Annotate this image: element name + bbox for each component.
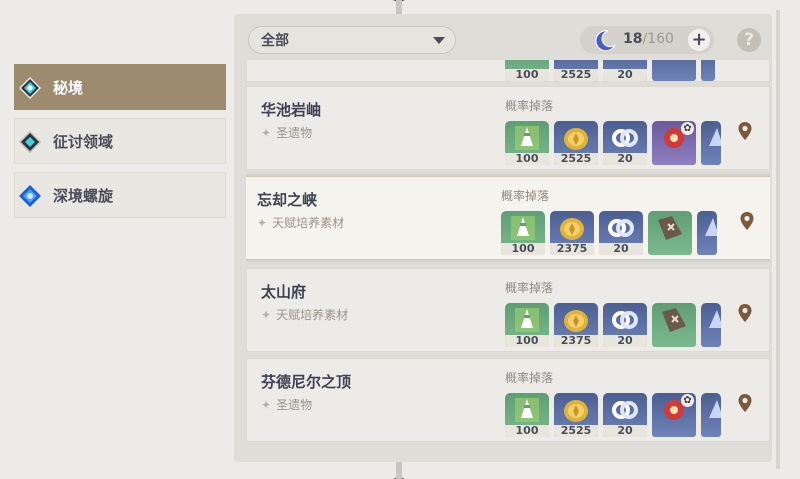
sidebar-item-label: 秘境 [53, 78, 84, 97]
domain-diamond-icon [19, 77, 41, 99]
drop-label: 概率掉落 [505, 371, 554, 385]
artifact-flower-item: ✿ [652, 121, 696, 165]
domain-category: ✦ 天赋培养素材 [261, 308, 349, 322]
spiral-abyss-icon [19, 185, 41, 207]
companionship-exp-item: 20 [603, 393, 647, 437]
companionship-exp-item: 20 [599, 211, 643, 255]
artifact-set-badge: ✿ [681, 394, 694, 407]
domain-category: ✦ 圣遗物 [261, 398, 313, 412]
item-quantity: 2375 [554, 335, 598, 347]
item-quantity: 20 [599, 243, 643, 255]
domain-list[interactable]: 100 2525 20 华池岩岫 ✦ 圣遗物 概率掉落 100 2525 20 ✿ [246, 60, 770, 450]
item-quantity: 20 [603, 153, 647, 165]
adventure-exp-item: 100 [505, 393, 549, 437]
companionship-exp-item: 20 [603, 60, 647, 81]
sidebar-item-trounce-domains[interactable]: 征讨领域 [14, 118, 226, 164]
mora-item: 2375 [550, 211, 594, 255]
trounce-diamond-icon [19, 131, 41, 153]
map-pin-icon[interactable] [739, 211, 755, 231]
companionship-exp-item: 20 [603, 121, 647, 165]
mora-item: 2525 [554, 393, 598, 437]
drop-label: 概率掉落 [505, 99, 554, 113]
list-item[interactable]: 华池岩岫 ✦ 圣遗物 概率掉落 100 2525 20 ✿ [246, 86, 770, 170]
talent-book-partial-item [701, 303, 721, 347]
sidebar-item-domains[interactable]: 秘境 [14, 64, 226, 110]
adventure-exp-item: 100 [505, 303, 549, 347]
list-item[interactable]: 100 2525 20 [246, 60, 770, 82]
add-resin-button[interactable]: + [688, 29, 710, 51]
item-quantity: 2375 [550, 243, 594, 255]
adventure-exp-item: 100 [505, 121, 549, 165]
sparkle-icon: ✦ [261, 308, 272, 322]
domain-name: 芬德尼尔之顶 [261, 373, 352, 391]
mora-item: 2525 [554, 121, 598, 165]
list-item[interactable]: 忘却之峡 ✦ 天赋培养素材 概率掉落 100 2375 20 [246, 176, 770, 260]
list-item[interactable]: 芬德尼尔之顶 ✦ 圣遗物 概率掉落 100 2525 20 ✿ [246, 358, 770, 442]
original-resin-icon [595, 30, 616, 52]
drop-items: 100 2525 20 ✿ [505, 393, 721, 437]
artifact-item [652, 60, 696, 81]
sparkle-icon: ✦ [257, 216, 268, 230]
talent-book-item [648, 211, 692, 255]
sidebar-item-label: 征讨领域 [53, 132, 114, 151]
adventure-exp-item: 100 [501, 211, 545, 255]
drop-label: 概率掉落 [501, 189, 550, 203]
artifact-set-badge: ✿ [681, 122, 694, 135]
mora-item: 2525 [554, 60, 598, 81]
item-quantity: 100 [501, 243, 545, 255]
original-resin-counter: 18/160 + [580, 26, 714, 54]
chevron-down-icon [433, 37, 445, 44]
filter-selected-value: 全部 [261, 33, 289, 49]
item-quantity: 2525 [554, 425, 598, 437]
sidebar-item-spiral-abyss[interactable]: 深境螺旋 [14, 172, 226, 218]
help-button[interactable]: ? [737, 28, 761, 52]
domain-name: 华池岩岫 [261, 101, 322, 119]
artifact-flower-item: ✿ [652, 393, 696, 437]
drop-items: 100 2525 20 ✿ [505, 121, 721, 165]
domain-category: ✦ 圣遗物 [261, 126, 313, 140]
item-quantity: 2525 [554, 153, 598, 165]
filter-dropdown[interactable]: 全部 [248, 26, 456, 54]
companionship-exp-item: 20 [603, 303, 647, 347]
artifact-item [701, 60, 715, 81]
talent-book-item [652, 303, 696, 347]
talent-book-partial-item [697, 211, 717, 255]
domain-category: ✦ 天赋培养素材 [257, 216, 345, 230]
map-pin-icon[interactable] [737, 393, 753, 413]
drop-label: 概率掉落 [505, 281, 554, 295]
drop-items: 100 2375 20 [505, 303, 721, 347]
map-pin-icon[interactable] [737, 121, 753, 141]
item-quantity: 20 [603, 425, 647, 437]
domain-name: 忘却之峡 [257, 191, 318, 209]
category-sidebar: 秘境 征讨领域 深境螺旋 [14, 64, 226, 226]
resin-count: 18/160 [623, 31, 674, 47]
artifact-partial-item [701, 393, 721, 437]
domain-name: 太山府 [261, 283, 307, 301]
drop-items: 100 2375 20 [501, 211, 717, 255]
mora-item: 2375 [554, 303, 598, 347]
list-item[interactable]: 太山府 ✦ 天赋培养素材 概率掉落 100 2375 20 [246, 268, 770, 352]
sidebar-item-label: 深境螺旋 [53, 186, 114, 205]
artifact-partial-item [701, 121, 721, 165]
item-quantity: 100 [505, 153, 549, 165]
item-quantity: 20 [603, 335, 647, 347]
sparkle-icon: ✦ [261, 126, 272, 140]
adventure-exp-item: 100 [505, 60, 549, 81]
sparkle-icon: ✦ [261, 398, 272, 412]
map-pin-icon[interactable] [737, 303, 753, 323]
item-quantity: 100 [505, 425, 549, 437]
item-quantity: 100 [505, 335, 549, 347]
